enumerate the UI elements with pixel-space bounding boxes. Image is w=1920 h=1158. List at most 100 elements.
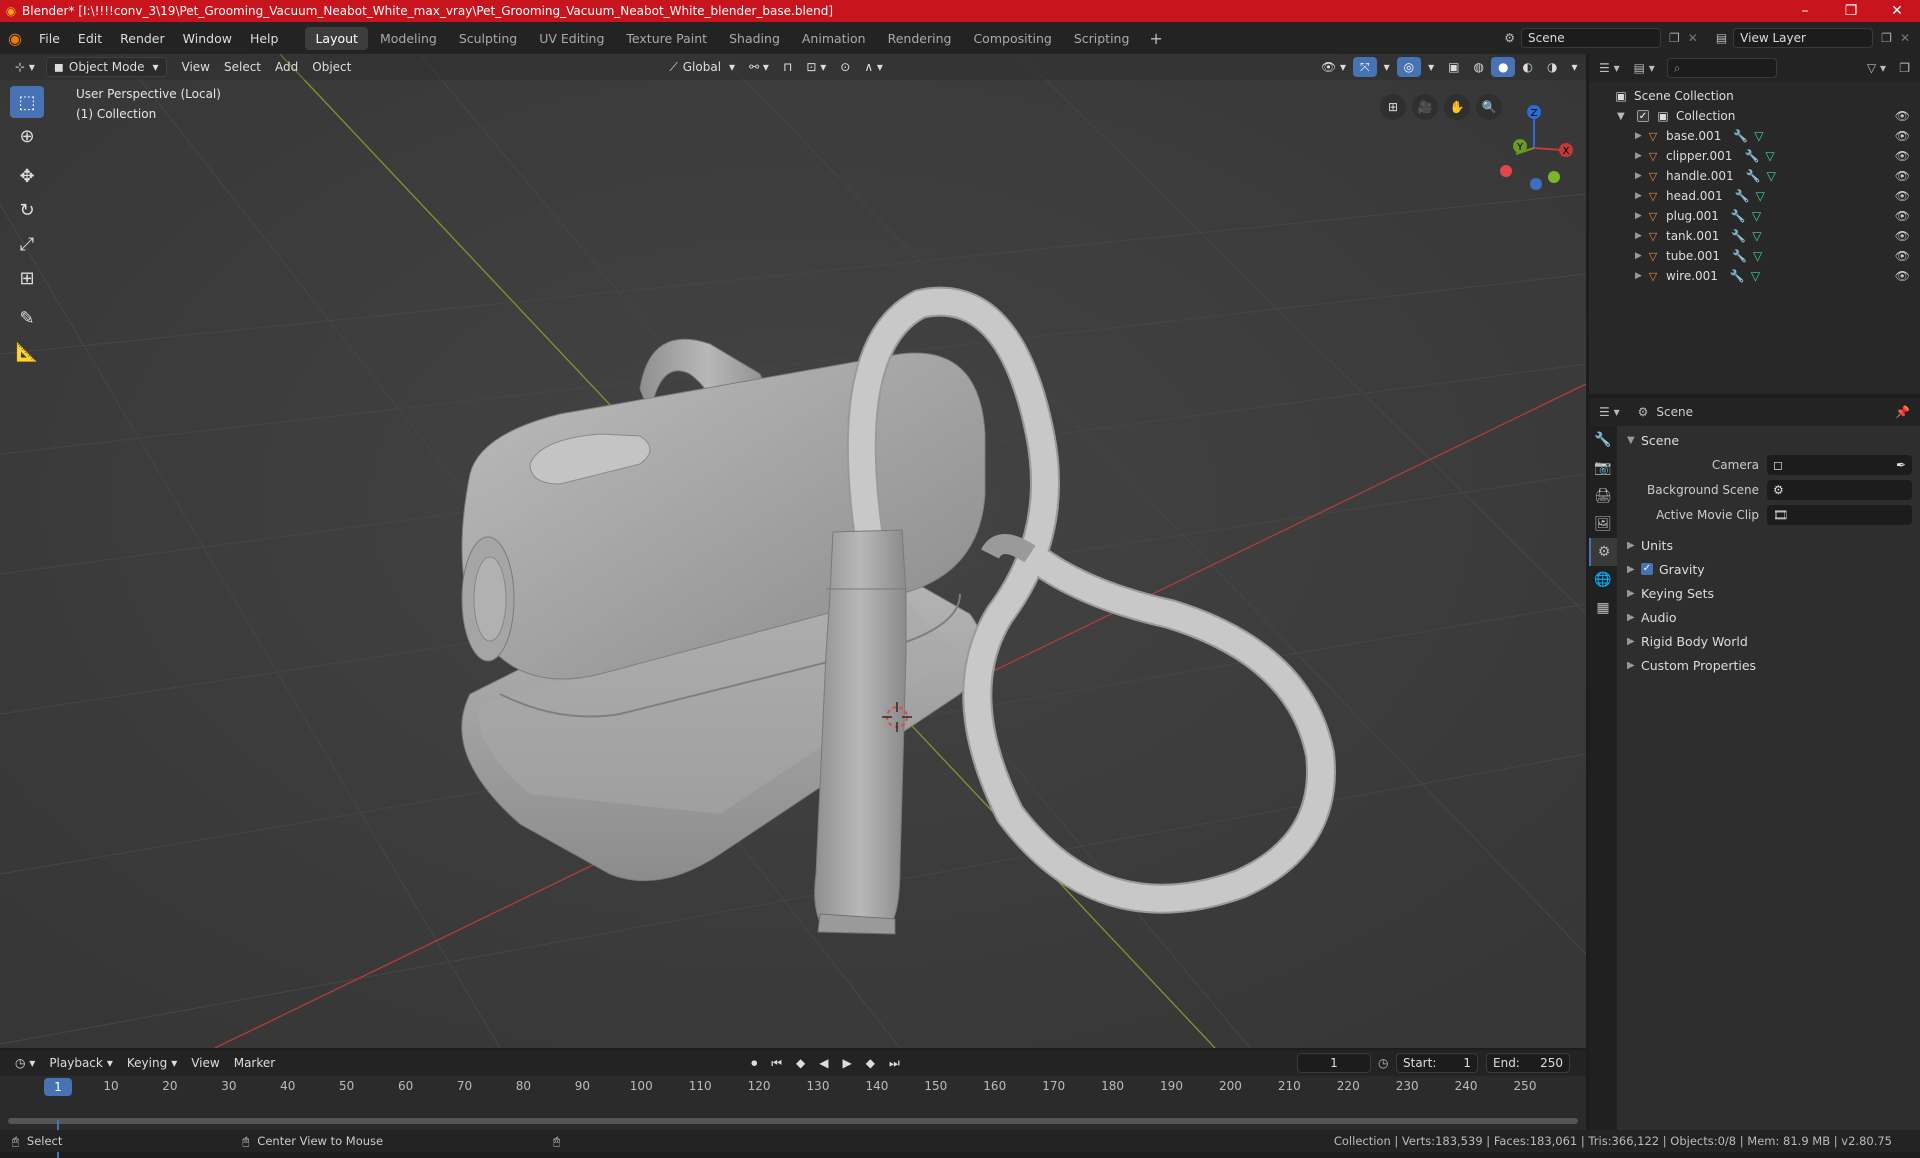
blender-menu-icon[interactable]: ◉ xyxy=(0,29,30,48)
tab-shading[interactable]: Shading xyxy=(719,27,790,50)
scene-panel-header[interactable]: ▼ Scene xyxy=(1617,428,1920,452)
output-tab-icon[interactable]: 🖨 xyxy=(1589,482,1617,510)
material-shading-icon[interactable]: ◐ xyxy=(1515,57,1539,77)
move-tool-icon[interactable]: ✥ xyxy=(10,160,44,192)
expand-arrow-icon[interactable]: ▶ xyxy=(1635,131,1645,141)
eye-icon[interactable]: 👁 xyxy=(1895,189,1910,203)
measure-tool-icon[interactable]: 📐 xyxy=(10,336,44,368)
close-button[interactable]: ✕ xyxy=(1874,3,1920,19)
wireframe-shading-icon[interactable]: ◍ xyxy=(1467,57,1491,77)
gizmo-toggle-icon[interactable]: ⤧ xyxy=(1353,57,1377,77)
rigid-body-world-section[interactable]: ▶ Rigid Body World xyxy=(1617,629,1920,653)
timeline-ruler[interactable]: 1 10 20 30 40 50 60 70 80 90 100 110 120 130 140 150 160… xyxy=(0,1076,1586,1098)
modifier-icon[interactable]: 🔧 xyxy=(1746,169,1761,183)
rotate-tool-icon[interactable]: ↻ xyxy=(10,194,44,226)
collapse-arrow-icon[interactable]: ▼ xyxy=(1617,111,1631,122)
end-frame-field[interactable]: End: 250 xyxy=(1486,1053,1570,1073)
mesh-data-icon[interactable]: ▽ xyxy=(1765,149,1774,163)
menu-render[interactable]: Render xyxy=(111,31,174,46)
active-movie-clip-field[interactable]: 🎞 xyxy=(1767,504,1912,525)
outliner-item[interactable]: ▶ ▽ head.001 🔧 ▽ 👁 xyxy=(1589,186,1920,206)
tab-layout[interactable]: Layout xyxy=(305,26,368,50)
collection-row[interactable]: ▼ ✓ ▣ Collection 👁 xyxy=(1589,106,1920,126)
tab-animation[interactable]: Animation xyxy=(792,27,876,50)
jump-end-icon[interactable]: ⏭ xyxy=(882,1053,907,1073)
outliner-item[interactable]: ▶ ▽ base.001 🔧 ▽ 👁 xyxy=(1589,126,1920,146)
background-scene-field[interactable]: ⚙ xyxy=(1767,479,1912,500)
menu-view[interactable]: View xyxy=(175,57,217,77)
prev-keyframe-icon[interactable]: ◆ xyxy=(789,1053,812,1073)
xray-toggle-icon[interactable]: ▣ xyxy=(1441,57,1466,77)
editor-type-icon[interactable]: ◷ ▾ xyxy=(8,1053,42,1073)
menu-add[interactable]: Add xyxy=(268,57,305,77)
expand-arrow-icon[interactable]: ▶ xyxy=(1635,271,1645,281)
outliner-item[interactable]: ▶ ▽ tank.001 🔧 ▽ 👁 xyxy=(1589,226,1920,246)
maximize-button[interactable]: ❐ xyxy=(1828,3,1874,19)
mesh-data-icon[interactable]: ▽ xyxy=(1752,229,1761,243)
falloff-icon[interactable]: ∧ ▾ xyxy=(857,57,890,77)
menu-keying[interactable]: Keying ▾ xyxy=(120,1053,184,1073)
expand-arrow-icon[interactable]: ▶ xyxy=(1635,191,1645,201)
editor-type-icon[interactable]: ⊹ ▾ xyxy=(8,57,42,77)
3d-viewport[interactable]: ⊹ ▾ ◼ Object Mode ▾ View Select Add Obje… xyxy=(0,54,1586,1048)
gravity-checkbox[interactable]: ✓ xyxy=(1641,563,1653,575)
expand-arrow-icon[interactable]: ▶ xyxy=(1635,151,1645,161)
play-icon[interactable]: ▶ xyxy=(836,1053,859,1073)
texture-tab-icon[interactable]: ▦ xyxy=(1589,594,1617,622)
new-scene-icon[interactable]: ❐ xyxy=(1669,31,1680,45)
record-icon[interactable]: ⏺ xyxy=(744,1053,764,1073)
expand-arrow-icon[interactable]: ▶ xyxy=(1635,171,1645,181)
world-tab-icon[interactable]: 🌐 xyxy=(1589,566,1617,594)
pivot-point-icon[interactable]: ⚯ ▾ xyxy=(742,57,776,77)
tab-scripting[interactable]: Scripting xyxy=(1064,27,1140,50)
editor-type-icon[interactable]: ☰ ▾ xyxy=(1599,61,1620,75)
timeline-track[interactable] xyxy=(0,1098,1586,1130)
cursor-tool-icon[interactable]: ⊕ xyxy=(10,120,44,152)
outliner-item[interactable]: ▶ ▽ plug.001 🔧 ▽ 👁 xyxy=(1589,206,1920,226)
delete-scene-icon[interactable]: ✕ xyxy=(1688,31,1698,45)
view-layer-tab-icon[interactable]: 🖼 xyxy=(1589,510,1617,538)
modifier-icon[interactable]: 🔧 xyxy=(1735,189,1750,203)
rendered-shading-icon[interactable]: ◑ xyxy=(1540,57,1564,77)
preview-range-icon[interactable]: ◷ xyxy=(1378,1056,1388,1070)
eyedropper-icon[interactable]: ✒ xyxy=(1896,458,1906,472)
mesh-data-icon[interactable]: ▽ xyxy=(1751,269,1760,283)
transform-orientation-dropdown[interactable]: ⟋ Global ▾ xyxy=(662,57,742,77)
play-reverse-icon[interactable]: ◀ xyxy=(812,1053,835,1073)
current-frame-indicator[interactable]: 1 xyxy=(44,1078,72,1096)
menu-edit[interactable]: Edit xyxy=(69,31,111,46)
render-tab-icon[interactable]: 📷 xyxy=(1589,454,1617,482)
view-layer-field[interactable]: View Layer xyxy=(1733,28,1874,48)
tab-uv-editing[interactable]: UV Editing xyxy=(529,27,614,50)
tool-tab-icon[interactable]: 🔧 xyxy=(1589,426,1617,454)
outliner-item[interactable]: ▶ ▽ tube.001 🔧 ▽ 👁 xyxy=(1589,246,1920,266)
gravity-section[interactable]: ▶ ✓ Gravity xyxy=(1617,557,1920,581)
expand-arrow-icon[interactable]: ▶ xyxy=(1635,251,1645,261)
current-frame-field[interactable]: 1 xyxy=(1297,1053,1371,1073)
add-workspace-button[interactable]: + xyxy=(1141,29,1170,48)
new-view-layer-icon[interactable]: ❐ xyxy=(1881,31,1892,45)
eye-icon[interactable]: 👁 xyxy=(1895,169,1910,183)
minimize-button[interactable]: – xyxy=(1782,3,1828,19)
annotate-tool-icon[interactable]: ✎ xyxy=(10,302,44,334)
tab-texture-paint[interactable]: Texture Paint xyxy=(616,27,717,50)
outliner-item[interactable]: ▶ ▽ handle.001 🔧 ▽ 👁 xyxy=(1589,166,1920,186)
new-collection-icon[interactable]: ❐ xyxy=(1899,61,1910,75)
filter-icon[interactable]: ▽ ▾ xyxy=(1867,61,1886,75)
delete-view-layer-icon[interactable]: ✕ xyxy=(1900,31,1910,45)
camera-field[interactable]: ◻ ✒ xyxy=(1767,454,1912,475)
modifier-icon[interactable]: 🔧 xyxy=(1732,249,1747,263)
select-box-tool-icon[interactable]: ⬚ xyxy=(10,86,44,118)
eye-icon[interactable]: 👁 xyxy=(1895,109,1910,123)
eye-icon[interactable]: 👁 xyxy=(1895,249,1910,263)
menu-playback[interactable]: Playback ▾ xyxy=(42,1053,120,1073)
pan-view-icon[interactable]: ✋ xyxy=(1444,94,1470,120)
menu-select[interactable]: Select xyxy=(217,57,268,77)
mesh-data-icon[interactable]: ▽ xyxy=(1753,249,1762,263)
pin-icon[interactable]: 📌 xyxy=(1895,405,1910,419)
collection-checkbox[interactable]: ✓ xyxy=(1637,110,1649,122)
view-layer-icon[interactable]: ▤ xyxy=(1716,31,1727,45)
modifier-icon[interactable]: 🔧 xyxy=(1731,209,1746,223)
mesh-data-icon[interactable]: ▽ xyxy=(1767,169,1776,183)
modifier-icon[interactable]: 🔧 xyxy=(1730,269,1745,283)
